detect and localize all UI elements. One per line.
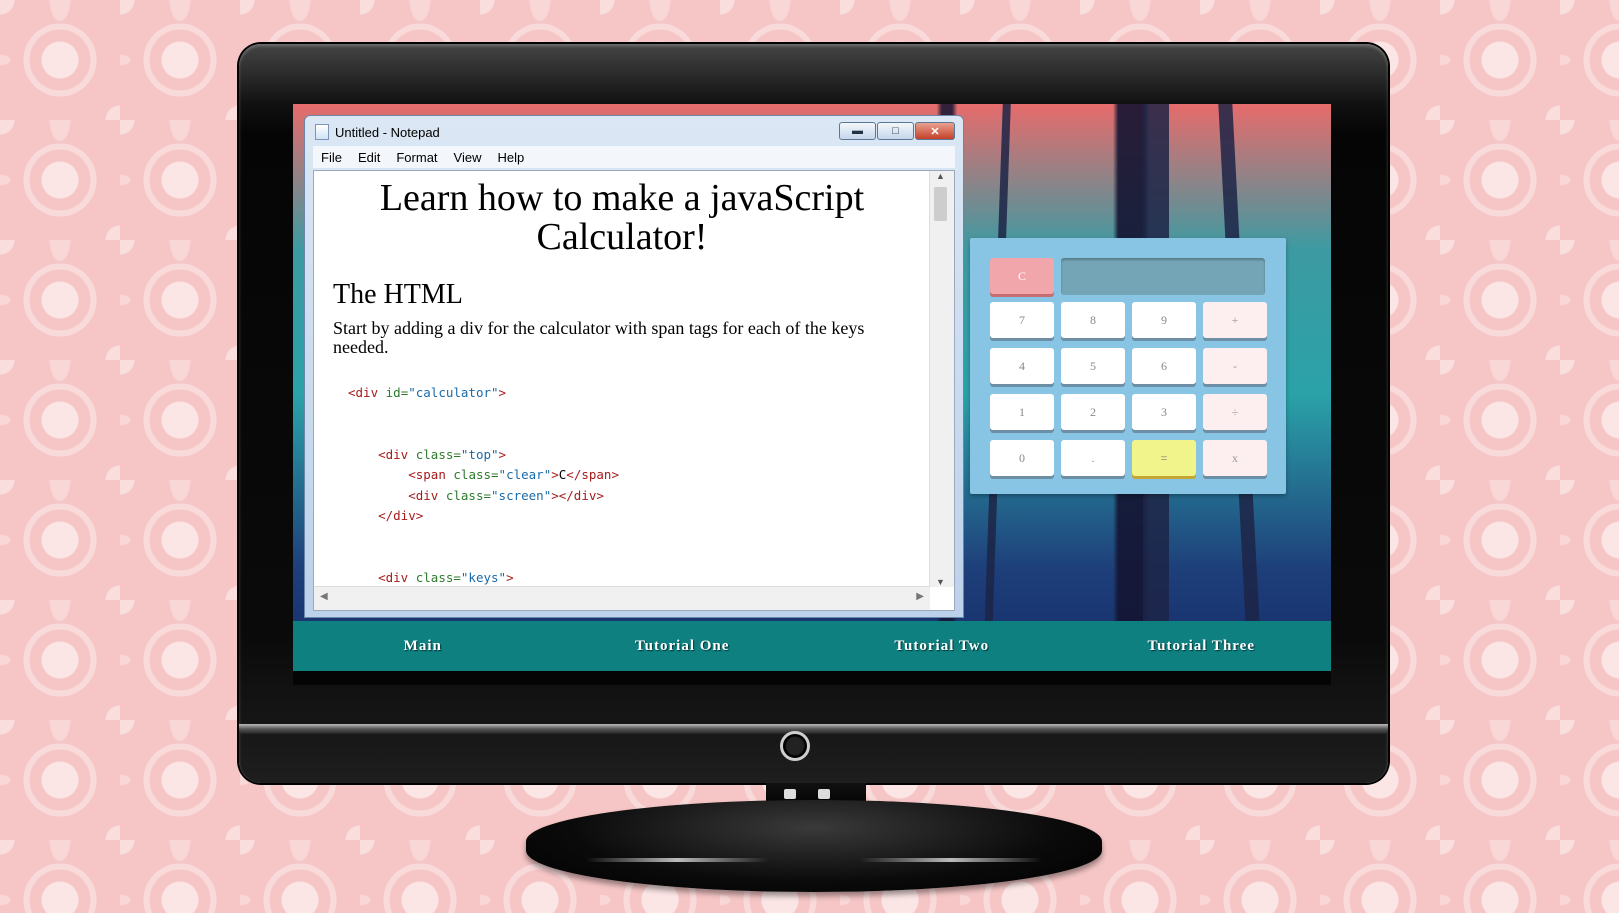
key-2[interactable]: 2 [1061,394,1125,430]
window-title: Untitled - Notepad [335,124,440,140]
close-icon: ✕ [930,125,940,138]
window-title-bar: Untitled - Notepad [315,122,440,142]
key-divide[interactable]: ÷ [1203,394,1267,430]
key-multiply[interactable]: x [1203,440,1267,476]
code-snippet: <div id="calculator"> <div class="top"> … [348,385,619,585]
key-decimal[interactable]: . [1061,440,1125,476]
key-4[interactable]: 4 [990,348,1054,384]
menu-file[interactable]: File [313,150,350,165]
tutorial-heading: Learn how to make a javaScript Calculato… [379,177,865,258]
key-9[interactable]: 9 [1132,302,1196,338]
key-3[interactable]: 3 [1132,394,1196,430]
key-plus[interactable]: + [1203,302,1267,338]
section-heading: The HTML [333,279,463,310]
maximize-icon: □ [892,125,899,137]
close-button[interactable]: ✕ [915,122,955,140]
vertical-scrollbar[interactable]: ▲ ▼ [929,171,954,587]
power-button-icon [780,731,810,761]
menu-bar: File Edit Format View Help [313,146,955,168]
minimize-icon: ▬ [852,125,863,137]
nav-main[interactable]: Main [293,621,553,671]
key-minus[interactable]: - [1203,348,1267,384]
monitor-screen: Untitled - Notepad ▬ □ ✕ File Edit Forma… [293,104,1331,685]
menu-view[interactable]: View [446,150,490,165]
notepad-window: Untitled - Notepad ▬ □ ✕ File Edit Forma… [304,115,964,618]
clear-key[interactable]: C [990,258,1054,294]
scroll-down-icon[interactable]: ▼ [936,577,945,587]
menu-help[interactable]: Help [489,150,532,165]
scroll-left-icon[interactable]: ◀ [320,591,328,602]
key-6[interactable]: 6 [1132,348,1196,384]
key-1[interactable]: 1 [990,394,1054,430]
notepad-document-icon [315,124,329,140]
intro-paragraph: Start by adding a div for the calculator… [333,318,865,357]
nav-tutorial-one[interactable]: Tutorial One [553,621,813,671]
scroll-up-icon[interactable]: ▲ [936,171,945,181]
text-editor-area[interactable]: Learn how to make a javaScript Calculato… [313,170,955,611]
key-7[interactable]: 7 [990,302,1054,338]
site-navigation: Main Tutorial One Tutorial Two Tutorial … [293,621,1331,671]
monitor-trim [239,724,1388,734]
screen-bottom-bezel [293,671,1331,685]
nav-tutorial-three[interactable]: Tutorial Three [1072,621,1332,671]
vertical-scroll-thumb[interactable] [934,187,947,221]
calculator-display [1061,258,1265,295]
key-equals[interactable]: = [1132,440,1196,476]
maximize-button[interactable]: □ [877,122,914,140]
calculator: C 7 8 9 + 4 5 6 - 1 2 3 ÷ 0 . = x [970,238,1286,494]
scroll-right-icon[interactable]: ▶ [916,591,924,602]
nav-tutorial-two[interactable]: Tutorial Two [812,621,1072,671]
minimize-button[interactable]: ▬ [839,122,876,140]
horizontal-scrollbar[interactable]: ◀ ▶ [314,586,930,610]
key-0[interactable]: 0 [990,440,1054,476]
key-5[interactable]: 5 [1061,348,1125,384]
menu-format[interactable]: Format [388,150,445,165]
key-8[interactable]: 8 [1061,302,1125,338]
menu-edit[interactable]: Edit [350,150,388,165]
monitor-stand [526,800,1102,892]
